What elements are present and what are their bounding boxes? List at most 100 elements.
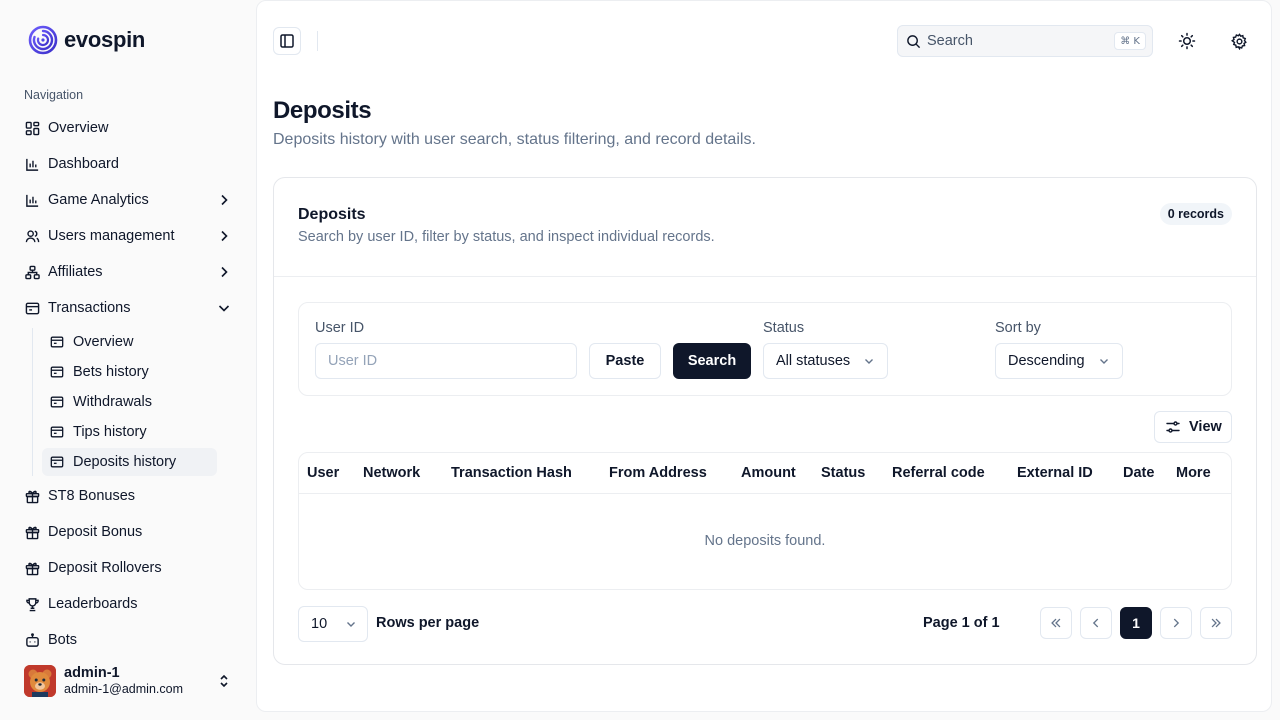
- search-icon: [907, 34, 921, 48]
- sidebar-subitem-label: Withdrawals: [73, 394, 152, 410]
- page-subtitle: Deposits history with user search, statu…: [273, 131, 756, 148]
- sidebar-item-label: Dashboard: [48, 156, 119, 172]
- view-options-button[interactable]: View: [1154, 411, 1232, 443]
- records-count-badge: 0 records: [1159, 203, 1232, 225]
- sort-select[interactable]: Descending: [995, 343, 1123, 379]
- sidebar-subitem-deposits-history[interactable]: Deposits history: [42, 448, 217, 476]
- chevron-left-icon: [1092, 618, 1099, 628]
- empty-state-text: No deposits found.: [704, 533, 826, 549]
- chevron-down-icon: [865, 359, 873, 364]
- last-page-button[interactable]: [1200, 607, 1232, 639]
- next-page-button[interactable]: [1160, 607, 1192, 639]
- chevron-right-icon: [221, 194, 228, 206]
- sidebar-item-label: Affiliates: [48, 264, 103, 280]
- column-header-from-address[interactable]: From Address: [609, 465, 707, 481]
- sidebar-item-label: Game Analytics: [48, 192, 149, 208]
- sidebar-item-affiliates[interactable]: Affiliates: [16, 254, 240, 290]
- sidebar-item-bots[interactable]: Bots: [16, 622, 240, 650]
- gift-icon: [24, 488, 40, 504]
- sidebar-item-transactions[interactable]: Transactions: [16, 290, 240, 326]
- sidebar-item-label: Overview: [48, 120, 109, 136]
- sidebar-item-st8-bonuses[interactable]: ST8 Bonuses: [16, 478, 240, 514]
- column-header-network[interactable]: Network: [363, 465, 420, 481]
- sidebar-subitem-withdrawals[interactable]: Withdrawals: [42, 388, 240, 416]
- filters-panel: User ID User ID Paste Search Status All …: [298, 302, 1232, 396]
- column-header-transaction-hash[interactable]: Transaction Hash: [451, 465, 572, 481]
- sidebar-subitem-overview[interactable]: Overview: [42, 328, 240, 356]
- sidebar-subitem-bets-history[interactable]: Bets history: [42, 358, 240, 386]
- column-header-date[interactable]: Date: [1123, 465, 1154, 481]
- column-header-status[interactable]: Status: [821, 465, 865, 481]
- chevron-down-icon: [1100, 359, 1108, 364]
- sidebar-item-label: Bots: [48, 632, 78, 648]
- sidebar-item-game-analytics[interactable]: Game Analytics: [16, 182, 240, 218]
- layout-grid-icon: [24, 120, 40, 136]
- gear-icon: [1230, 32, 1247, 50]
- sidebar-item-deposit-bonus[interactable]: Deposit Bonus: [16, 514, 240, 550]
- page-button-current[interactable]: 1: [1120, 607, 1152, 639]
- sidebar-nav: Overview Dashboard Game Analytics Users …: [16, 110, 240, 650]
- bot-icon: [24, 632, 40, 648]
- chevrons-up-down-icon: [220, 674, 228, 688]
- column-header-more[interactable]: More: [1176, 465, 1211, 481]
- user-name: admin-1: [64, 665, 120, 681]
- trophy-icon: [24, 596, 40, 612]
- sidebar-item-dashboard[interactable]: Dashboard: [16, 146, 240, 182]
- chevron-right-icon: [221, 230, 228, 242]
- wallet-icon: [50, 425, 64, 439]
- nav-heading: Navigation: [24, 88, 84, 102]
- wallet-icon: [50, 335, 64, 349]
- sidebar-toggle-button[interactable]: [273, 27, 301, 55]
- avatar: [24, 665, 56, 697]
- sidebar-subitem-label: Deposits history: [73, 454, 177, 470]
- theme-toggle-button[interactable]: [1175, 29, 1199, 53]
- transactions-submenu: Overview Bets history Withdrawals Tips h…: [32, 328, 240, 476]
- toolbar-divider: [317, 31, 318, 51]
- user-id-label: User ID: [315, 320, 365, 336]
- chevrons-right-icon: [1211, 618, 1221, 628]
- wallet-icon: [50, 395, 64, 409]
- rows-per-page-select[interactable]: 10: [298, 606, 368, 642]
- deposits-card: Deposits Search by user ID, filter by st…: [273, 177, 1257, 665]
- sidebar-item-label: Deposit Rollovers: [48, 560, 162, 576]
- wallet-icon: [24, 300, 40, 316]
- sort-select-value: Descending: [1008, 353, 1085, 369]
- gift-icon: [24, 524, 40, 540]
- previous-page-button[interactable]: [1080, 607, 1112, 639]
- sidebar-item-label: Leaderboards: [48, 596, 138, 612]
- sidebar-item-leaderboards[interactable]: Leaderboards: [16, 586, 240, 622]
- sort-label: Sort by: [995, 320, 1041, 336]
- column-header-amount[interactable]: Amount: [741, 465, 796, 481]
- chevron-right-icon: [1173, 618, 1180, 628]
- card-subtitle: Search by user ID, filter by status, and…: [298, 229, 715, 245]
- search-button[interactable]: Search: [673, 343, 751, 379]
- user-menu[interactable]: admin-1 admin-1@admin.com: [24, 664, 240, 698]
- column-header-user[interactable]: User: [307, 465, 339, 481]
- sidebar-subitem-label: Overview: [73, 334, 134, 350]
- sliders-icon: [1166, 421, 1180, 433]
- bar-chart-icon: [24, 192, 40, 208]
- sidebar-subitem-tips-history[interactable]: Tips history: [42, 418, 240, 446]
- status-label: Status: [763, 320, 805, 336]
- page-info: Page 1 of 1: [923, 615, 1000, 631]
- column-header-external-id[interactable]: External ID: [1017, 465, 1093, 481]
- column-header-referral-code[interactable]: Referral code: [892, 465, 985, 481]
- status-select[interactable]: All statuses: [763, 343, 888, 379]
- settings-button[interactable]: [1227, 29, 1251, 53]
- global-search-input[interactable]: Search ⌘ K: [897, 25, 1153, 57]
- main-content: Search ⌘ K Deposits Deposits history wit…: [256, 0, 1272, 712]
- sidebar-item-label: Users management: [48, 228, 175, 244]
- search-placeholder: Search: [927, 33, 973, 49]
- chevron-right-icon: [221, 266, 228, 278]
- network-icon: [24, 264, 40, 280]
- brand-logo[interactable]: evospin: [28, 25, 145, 55]
- page-title: Deposits: [273, 97, 372, 124]
- sidebar-item-users-management[interactable]: Users management: [16, 218, 240, 254]
- paste-button[interactable]: Paste: [589, 343, 661, 379]
- sidebar-item-deposit-rollovers[interactable]: Deposit Rollovers: [16, 550, 240, 586]
- sidebar: evospin Navigation Overview Dashboard Ga…: [0, 0, 256, 720]
- user-id-input[interactable]: User ID: [315, 343, 577, 379]
- first-page-button[interactable]: [1040, 607, 1072, 639]
- sidebar-item-label: Deposit Bonus: [48, 524, 143, 540]
- sidebar-item-overview[interactable]: Overview: [16, 110, 240, 146]
